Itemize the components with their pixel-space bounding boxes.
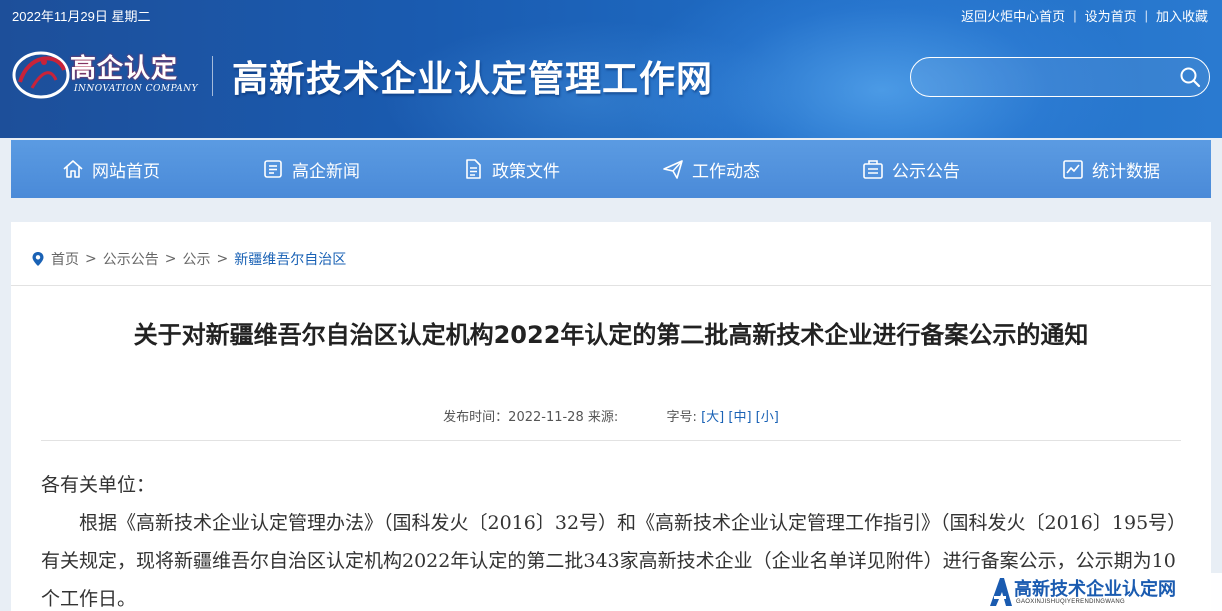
- location-pin-icon: [32, 252, 44, 266]
- nav-item-updates[interactable]: 工作动态: [611, 140, 811, 198]
- font-size-small-button[interactable]: [小]: [756, 410, 779, 425]
- breadcrumb-current[interactable]: 新疆维吾尔自治区: [234, 249, 346, 269]
- nav-item-policy[interactable]: 政策文件: [411, 140, 611, 198]
- top-bar: 2022年11月29日 星期二 返回火炬中心首页 | 设为首页 | 加入收藏: [0, 0, 1222, 28]
- document-icon: [466, 159, 481, 179]
- breadcrumb-home[interactable]: 首页: [51, 249, 79, 269]
- link-add-favorite[interactable]: 加入收藏: [1156, 6, 1208, 25]
- nav-item-label: 网站首页: [92, 161, 160, 182]
- font-size-label: 字号:: [666, 410, 697, 425]
- breadcrumb-separator: >: [216, 251, 229, 267]
- logo-divider: [212, 56, 213, 96]
- site-title: 高新技术企业认定管理工作网: [232, 58, 714, 100]
- top-links: 返回火炬中心首页 | 设为首页 | 加入收藏: [961, 6, 1208, 25]
- watermark-logo-icon: [990, 578, 1012, 606]
- publish-date: 发布时间：2022-11-28: [443, 410, 584, 425]
- nav-item-notices[interactable]: 公示公告: [811, 140, 1011, 198]
- nav-item-label: 政策文件: [492, 161, 560, 182]
- link-separator: |: [1073, 8, 1077, 23]
- news-icon: [264, 160, 282, 178]
- source-label: 来源:: [587, 410, 619, 425]
- logo-text: 高企认定: [70, 54, 179, 84]
- search-icon[interactable]: [1179, 66, 1201, 88]
- nav-item-home[interactable]: 网站首页: [11, 140, 211, 198]
- search-box: [910, 57, 1210, 97]
- breadcrumb-notices[interactable]: 公示公告: [103, 249, 159, 269]
- font-size-medium-button[interactable]: [中]: [728, 410, 751, 425]
- nav-item-label: 工作动态: [692, 161, 760, 182]
- watermark-title: 高新技术企业认定网: [1014, 579, 1176, 600]
- nav-item-label: 统计数据: [1092, 161, 1160, 182]
- breadcrumb: 首页 > 公示公告 > 公示 > 新疆维吾尔自治区: [31, 249, 346, 269]
- link-torch-center-home[interactable]: 返回火炬中心首页: [961, 6, 1065, 25]
- site-watermark: 高新技术企业认定网 GAOXINJISHUQIYERENDINGWANG: [982, 573, 1222, 611]
- watermark-subtitle: GAOXINJISHUQIYERENDINGWANG: [1016, 599, 1125, 605]
- nav-item-statistics[interactable]: 统计数据: [1011, 140, 1211, 198]
- main-nav: 网站首页 高企新闻 政策文件 工作动态 公示公告 统计数据: [11, 140, 1211, 198]
- site-logo[interactable]: 高企认定 INNOVATION COMPANY: [10, 44, 200, 102]
- meta-divider: [41, 440, 1181, 441]
- breadcrumb-public[interactable]: 公示: [182, 249, 210, 269]
- nav-item-news[interactable]: 高企新闻: [211, 140, 411, 198]
- article-meta: 发布时间：2022-11-28 来源: 字号: [大] [中] [小]: [11, 406, 1211, 425]
- home-icon: [63, 160, 83, 178]
- nav-item-label: 高企新闻: [292, 161, 360, 182]
- font-size-large-button[interactable]: [大]: [701, 410, 724, 425]
- link-separator: |: [1144, 8, 1148, 23]
- search-input[interactable]: [925, 66, 1165, 88]
- breadcrumb-separator: >: [164, 251, 177, 267]
- chart-icon: [1063, 160, 1083, 179]
- current-date: 2022年11月29日 星期二: [12, 9, 151, 24]
- article-greeting: 各有关单位：: [41, 474, 156, 496]
- link-set-homepage[interactable]: 设为首页: [1085, 6, 1137, 25]
- logo-swirl-icon: [12, 51, 70, 99]
- notice-icon: [863, 160, 883, 179]
- logo-subtext: INNOVATION COMPANY: [74, 84, 199, 94]
- nav-item-label: 公示公告: [892, 161, 960, 182]
- article-title: 关于对新疆维吾尔自治区认定机构2022年认定的第二批高新技术企业进行备案公示的通…: [133, 321, 1089, 349]
- breadcrumb-divider: [11, 285, 1211, 286]
- site-header: 2022年11月29日 星期二 返回火炬中心首页 | 设为首页 | 加入收藏 高…: [0, 0, 1222, 138]
- send-icon: [663, 160, 683, 179]
- breadcrumb-separator: >: [85, 251, 97, 267]
- content-panel: 首页 > 公示公告 > 公示 > 新疆维吾尔自治区 关于对新疆维吾尔自治区认定机…: [11, 222, 1211, 611]
